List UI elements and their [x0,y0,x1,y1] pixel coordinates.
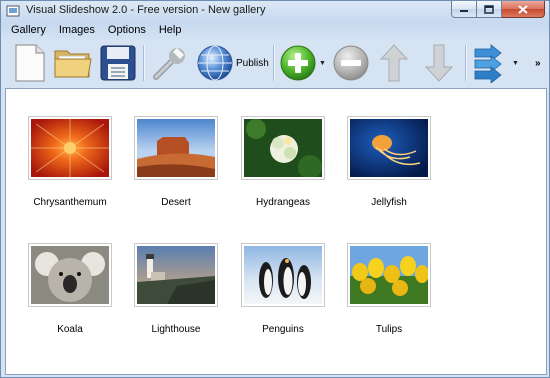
minimize-icon [460,10,468,12]
chevron-down-icon: ▼ [512,59,519,67]
thumbnail-caption: Lighthouse [151,324,201,335]
app-icon [6,5,20,17]
menu-gallery[interactable]: Gallery [5,22,53,39]
save-disk-icon [100,45,136,81]
new-document-icon [15,44,45,82]
open-gallery-button[interactable] [53,42,93,84]
maximize-icon [484,4,494,14]
remove-image-button[interactable] [332,42,370,84]
minimize-button[interactable] [451,1,477,18]
globe-icon [197,45,233,81]
thumbnail-caption: Desert [161,197,191,208]
toolbar-separator [465,45,466,81]
thumbnail-frame [241,116,325,180]
window-title: Visual Slideshow 2.0 - Free version - Ne… [26,4,266,16]
gallery-item[interactable]: Hydrangeas [240,116,326,208]
thumbnail-frame [134,243,218,307]
thumbnail-frame [28,243,112,307]
move-down-button[interactable] [424,42,454,84]
options-button[interactable] [150,42,190,84]
toolbar-separator [143,45,144,81]
app-window: Visual Slideshow 2.0 - Free version - Ne… [0,0,550,378]
window-controls [451,1,545,18]
thumbnail-frame [347,116,431,180]
thumbnail-image [137,246,215,304]
menu-help[interactable]: Help [153,22,189,39]
gallery-pane[interactable]: Chrysanthemum Desert Hydrangeas Jellyfis… [5,88,547,375]
thumbnail-caption: Chrysanthemum [33,197,107,208]
arrange-arrows-icon [474,44,502,83]
title-bar[interactable]: Visual Slideshow 2.0 - Free version - Ne… [1,1,549,21]
menu-options[interactable]: Options [102,22,153,39]
add-images-dropdown[interactable]: ▼ [319,42,326,84]
gallery-item[interactable]: Lighthouse [133,243,219,335]
wrench-icon [153,48,185,80]
toolbar-separator [273,45,274,81]
chevron-down-icon: ▼ [319,59,326,67]
gallery-item[interactable]: Penguins [240,243,326,335]
menu-images[interactable]: Images [53,22,102,39]
gallery-item[interactable]: Desert [133,116,219,208]
gallery-item[interactable]: Koala [27,243,113,335]
thumbnail-frame [347,243,431,307]
thumbnail-caption: Koala [57,324,83,335]
arrange-button[interactable] [473,42,505,84]
maximize-button[interactable] [477,1,502,18]
thumbnail-caption: Penguins [262,324,304,335]
new-gallery-button[interactable] [13,42,47,84]
thumbnail-image [31,246,109,304]
remove-minus-icon [333,45,369,81]
close-button[interactable] [502,1,545,18]
arrange-dropdown[interactable]: ▼ [512,42,519,84]
arrow-down-icon [424,44,454,82]
thumbnail-frame [134,116,218,180]
thumbnail-image [350,246,428,304]
folder-icon [54,50,92,78]
thumbnail-image [137,119,215,177]
thumbnail-image [31,119,109,177]
move-up-button[interactable] [379,42,409,84]
chevron-double-right-icon: » [535,57,541,69]
gallery-item[interactable]: Tulips [346,243,432,335]
add-plus-icon [280,45,316,81]
thumbnail-caption: Tulips [375,324,403,335]
menu-bar: Gallery Images Options Help [5,22,547,39]
save-gallery-button[interactable] [99,42,137,84]
gallery-item[interactable]: Chrysanthemum [27,116,113,208]
thumbnail-image [244,246,322,304]
gallery-item[interactable]: Jellyfish [346,116,432,208]
toolbar-overflow-button[interactable]: » [535,42,541,84]
thumbnail-caption: Jellyfish [371,197,407,208]
thumbnail-image [244,119,322,177]
thumbnail-image [350,119,428,177]
thumbnail-caption: Hydrangeas [256,197,310,208]
publish-button[interactable]: Publish [196,42,269,84]
toolbar: Publish ▼ ▼ » [5,39,547,87]
thumbnail-frame [28,116,112,180]
add-images-button[interactable] [279,42,317,84]
close-icon [518,4,528,14]
publish-label: Publish [236,57,269,69]
arrow-up-icon [379,44,409,82]
thumbnail-frame [241,243,325,307]
